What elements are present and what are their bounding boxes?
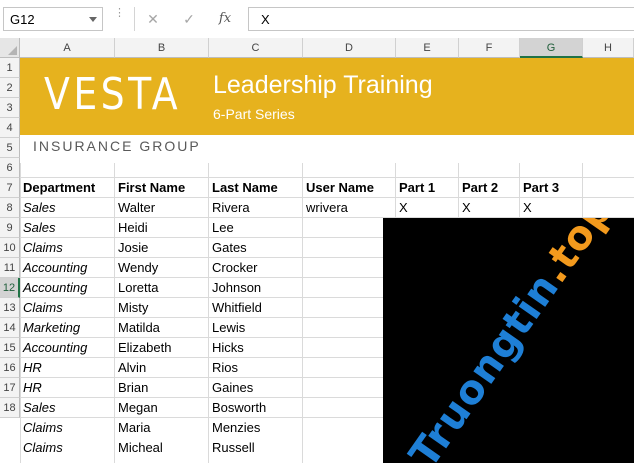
table-cell[interactable]: Brian xyxy=(115,378,208,398)
table-header-cell[interactable]: Part 2 xyxy=(459,178,519,198)
formula-bar: G12 ⋮ ✕ ✓ fx X xyxy=(0,0,634,39)
table-cell[interactable]: Misty xyxy=(115,298,208,318)
row-header-3[interactable]: 3 xyxy=(0,98,20,118)
table-cell[interactable]: X xyxy=(520,198,582,218)
watermark-main: Truongtin xyxy=(401,264,569,463)
table-cell[interactable]: HR xyxy=(20,378,114,398)
row-header-18[interactable]: 18 xyxy=(0,398,20,418)
row-header-9[interactable]: 9 xyxy=(0,218,20,238)
formula-value: X xyxy=(261,12,270,27)
row-header-6[interactable]: 6 xyxy=(0,158,20,178)
column-header-a[interactable]: A xyxy=(20,38,115,58)
table-cell[interactable]: Hicks xyxy=(209,338,302,358)
select-all-button[interactable] xyxy=(0,38,20,58)
table-cell[interactable]: Gaines xyxy=(209,378,302,398)
row-header-14[interactable]: 14 xyxy=(0,318,20,338)
row-header-2[interactable]: 2 xyxy=(0,78,20,98)
table-cell[interactable]: Claims xyxy=(20,438,114,458)
cancel-icon[interactable]: ✕ xyxy=(142,9,164,29)
table-cell[interactable]: Whitfield xyxy=(209,298,302,318)
table-cell[interactable]: X xyxy=(396,198,458,218)
table-cell[interactable]: Johnson xyxy=(209,278,302,298)
row-header-17[interactable]: 17 xyxy=(0,378,20,398)
table-cell[interactable]: Wendy xyxy=(115,258,208,278)
table-cell[interactable]: Heidi xyxy=(115,218,208,238)
table-cell[interactable]: Claims xyxy=(20,238,114,258)
watermark-overlay: Truongtin.top xyxy=(383,218,634,463)
table-cell[interactable]: Claims xyxy=(20,418,114,438)
table-cell[interactable]: Josie xyxy=(115,238,208,258)
brand-logo: VESTA xyxy=(44,69,182,120)
table-cell[interactable]: Marketing xyxy=(20,318,114,338)
drag-handle-icon[interactable]: ⋮ xyxy=(114,8,125,19)
column-header-c[interactable]: C xyxy=(209,38,303,58)
name-box-value: G12 xyxy=(10,12,35,27)
row-header-8[interactable]: 8 xyxy=(0,198,20,218)
table-cell[interactable]: Bosworth xyxy=(209,398,302,418)
formula-input[interactable]: X xyxy=(248,7,634,31)
row-header-7[interactable]: 7 xyxy=(0,178,20,198)
table-cell[interactable]: wrivera xyxy=(303,198,395,218)
table-cell[interactable]: Rios xyxy=(209,358,302,378)
row-header-16[interactable]: 16 xyxy=(0,358,20,378)
table-cell[interactable]: Micheal xyxy=(115,438,208,458)
divider xyxy=(134,7,135,31)
row-header-12[interactable]: 12 xyxy=(0,278,20,298)
enter-icon[interactable]: ✓ xyxy=(178,9,200,29)
table-cell[interactable]: HR xyxy=(20,358,114,378)
banner-subtitle: 6-Part Series xyxy=(213,106,295,122)
table-cell[interactable]: Walter xyxy=(115,198,208,218)
table-cell[interactable]: Russell xyxy=(209,438,302,458)
banner-title: Leadership Training xyxy=(213,71,433,99)
company-name: INSURANCE GROUP xyxy=(33,138,201,154)
table-cell[interactable]: Lewis xyxy=(209,318,302,338)
row-header-10[interactable]: 10 xyxy=(0,238,20,258)
column-header-g[interactable]: G xyxy=(520,38,583,58)
row-header-11[interactable]: 11 xyxy=(0,258,20,278)
table-cell[interactable]: Gates xyxy=(209,238,302,258)
table-header-cell[interactable]: Department xyxy=(20,178,114,198)
insert-function-icon[interactable]: fx xyxy=(214,9,236,29)
table-header-cell[interactable]: Last Name xyxy=(209,178,302,198)
chevron-down-icon[interactable] xyxy=(89,17,97,22)
table-cell[interactable]: Alvin xyxy=(115,358,208,378)
table-header-cell[interactable]: User Name xyxy=(303,178,395,198)
table-header-cell[interactable]: Part 3 xyxy=(520,178,582,198)
table-cell[interactable]: Sales xyxy=(20,218,114,238)
column-header-e[interactable]: E xyxy=(396,38,459,58)
table-cell[interactable]: Matilda xyxy=(115,318,208,338)
column-header-b[interactable]: B xyxy=(115,38,209,58)
table-cell[interactable]: Loretta xyxy=(115,278,208,298)
column-header-h[interactable]: H xyxy=(583,38,634,58)
table-cell[interactable]: Rivera xyxy=(209,198,302,218)
row-header-5[interactable]: 5 xyxy=(0,138,20,158)
column-header-f[interactable]: F xyxy=(459,38,520,58)
row-header-15[interactable]: 15 xyxy=(0,338,20,358)
row-header-1[interactable]: 1 xyxy=(0,58,20,78)
table-cell[interactable]: Sales xyxy=(20,398,114,418)
table-cell[interactable]: Accounting xyxy=(20,338,114,358)
table-header-cell[interactable]: Part 1 xyxy=(396,178,458,198)
watermark-text: Truongtin.top xyxy=(401,218,628,463)
table-cell[interactable]: Accounting xyxy=(20,278,114,298)
table-cell[interactable]: Megan xyxy=(115,398,208,418)
table-cell[interactable]: Claims xyxy=(20,298,114,318)
table-cell[interactable]: Lee xyxy=(209,218,302,238)
column-header-d[interactable]: D xyxy=(303,38,396,58)
table-cell[interactable]: Elizabeth xyxy=(115,338,208,358)
table-header-cell[interactable]: First Name xyxy=(115,178,208,198)
table-cell[interactable]: Maria xyxy=(115,418,208,438)
row-header-4[interactable]: 4 xyxy=(0,118,20,138)
table-cell[interactable]: Sales xyxy=(20,198,114,218)
name-box[interactable]: G12 xyxy=(3,7,103,31)
table-cell[interactable]: Menzies xyxy=(209,418,302,438)
table-cell[interactable]: Accounting xyxy=(20,258,114,278)
table-cell[interactable]: X xyxy=(459,198,519,218)
row-header-13[interactable]: 13 xyxy=(0,298,20,318)
table-cell[interactable]: Crocker xyxy=(209,258,302,278)
